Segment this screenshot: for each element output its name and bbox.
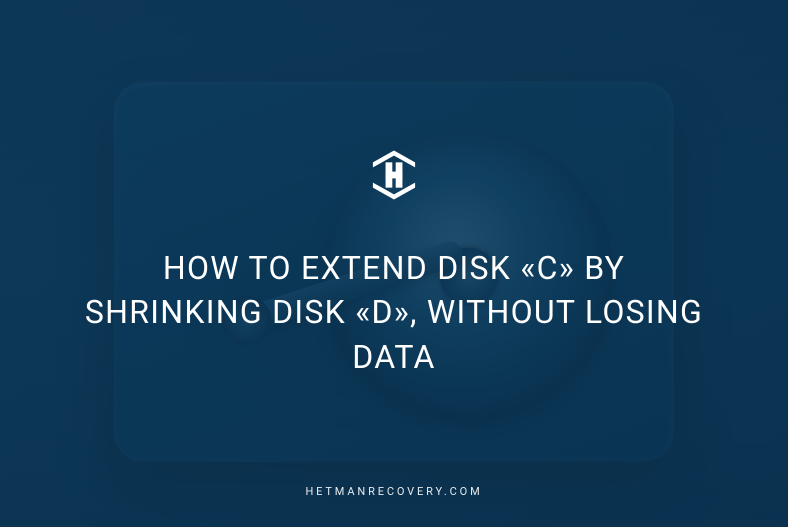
hero-content: HOW TO EXTEND DISK «C» BY SHRINKING DISK… xyxy=(0,0,788,527)
site-url-text: HETMANRECOVERY.COM xyxy=(305,485,482,498)
brand-logo-icon xyxy=(367,148,421,202)
footer: HETMANRECOVERY.COM xyxy=(0,480,788,499)
article-title: HOW TO EXTEND DISK «C» BY SHRINKING DISK… xyxy=(74,246,714,378)
